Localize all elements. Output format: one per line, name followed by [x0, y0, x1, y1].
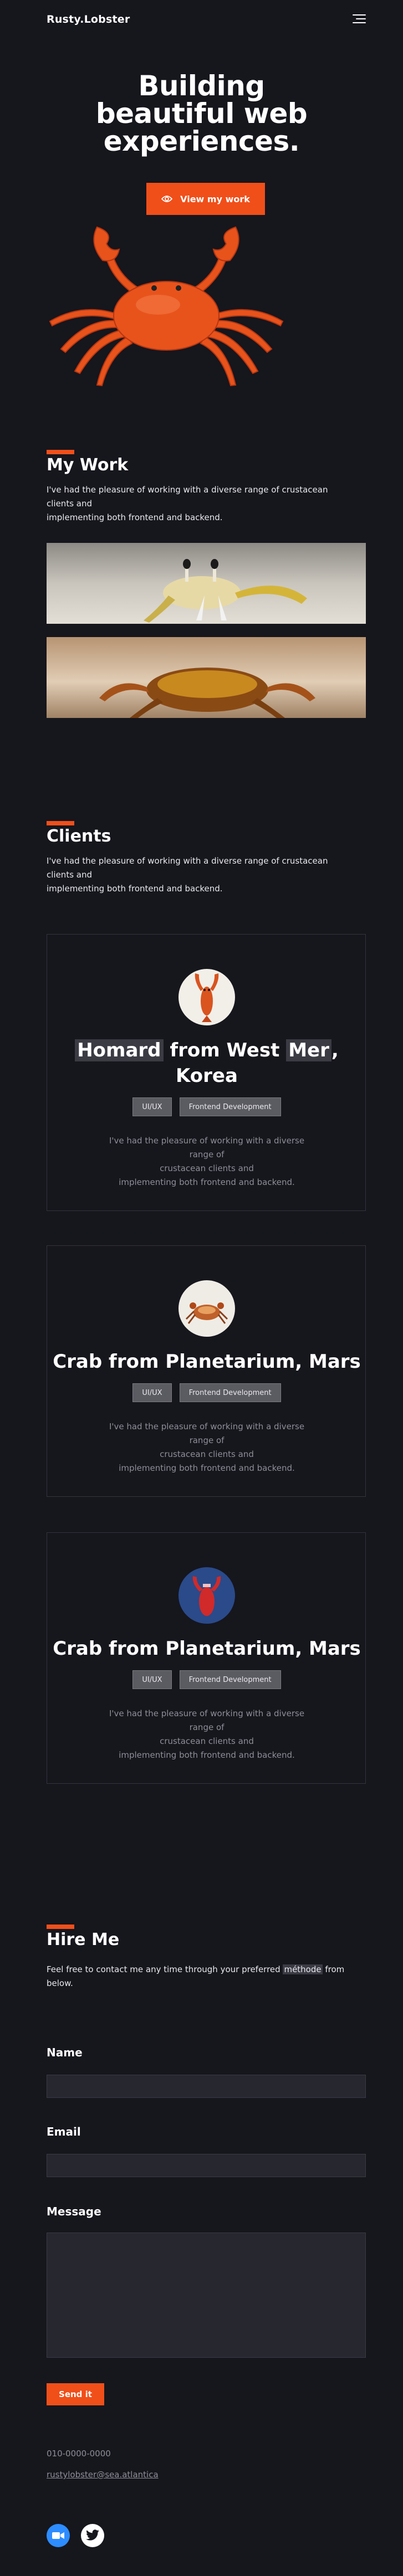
client-tags: UI/UX Frontend Development: [47, 1097, 366, 1116]
client-avatar-crab: [178, 1280, 235, 1337]
client-name: Crab from Planetarium, Mars: [53, 1638, 361, 1660]
tag-frontend-development: Frontend Development: [179, 1670, 281, 1689]
work-section-title: My Work: [47, 455, 129, 475]
message-label: Message: [47, 2205, 101, 2218]
brand-logo[interactable]: Rusty.Lobster: [47, 13, 130, 25]
message-textarea[interactable]: [47, 2233, 366, 2358]
client-name: Crab from Planetarium, Mars: [53, 1351, 361, 1373]
section-accent-bar: [47, 821, 74, 825]
tag-ui-ux: UI/UX: [132, 1670, 172, 1689]
clients-section-description: I've had the pleasure of working with a …: [47, 854, 368, 896]
desc-line: crustacean clients and: [160, 1736, 254, 1746]
hero-title-line: Building: [138, 70, 265, 102]
client-name-highlight: Homard: [75, 1039, 164, 1061]
desc-text: from: [322, 1964, 345, 1974]
client-tags: UI/UX Frontend Development: [47, 1383, 366, 1402]
video-call-icon[interactable]: [47, 2524, 70, 2547]
hero-crab-image: [49, 226, 284, 387]
hire-section-description: Feel free to contact me any time through…: [47, 1963, 374, 1990]
desc-line: implementing both frontend and backend.: [47, 884, 223, 894]
desc-line: clients and: [47, 870, 93, 880]
hero-title: Building beautiful web experiences.: [67, 72, 336, 155]
send-button[interactable]: Send it: [47, 2383, 104, 2405]
work-image-ghost-crab[interactable]: [47, 543, 366, 624]
desc-line: implementing both frontend and backend.: [119, 1177, 295, 1187]
email-link[interactable]: rustylobster@sea.atlantica: [47, 2470, 159, 2480]
client-card: Crab from Planetarium, Mars UI/UX Fronte…: [47, 1245, 366, 1497]
client-name-text: from West: [163, 1039, 287, 1061]
client-name-text: ,: [331, 1039, 339, 1061]
client-tags: UI/UX Frontend Development: [47, 1670, 366, 1689]
email-label: Email: [47, 2125, 81, 2138]
tag-frontend-development: Frontend Development: [179, 1097, 281, 1116]
tag-ui-ux: UI/UX: [132, 1383, 172, 1402]
desc-line: below.: [47, 1978, 73, 1988]
desc-line: crustacean clients and: [160, 1449, 254, 1459]
hero-title-line: beautiful web: [95, 98, 308, 130]
client-name: Homard from West Mer, Korea: [47, 1038, 366, 1089]
eye-icon: [161, 196, 173, 202]
desc-line: I've had the pleasure of working with a …: [109, 1136, 305, 1159]
client-name-highlight: Mer: [286, 1039, 331, 1061]
tag-frontend-development: Frontend Development: [179, 1383, 281, 1402]
desc-line: implementing both frontend and backend.: [119, 1463, 295, 1473]
section-accent-bar: [47, 1925, 74, 1929]
desc-highlight: méthode: [283, 1964, 323, 1974]
email-input[interactable]: [47, 2154, 366, 2177]
work-image-mud-crab[interactable]: [47, 637, 366, 718]
client-description: I've had the pleasure of working with a …: [103, 1420, 311, 1475]
desc-line: crustacean clients and: [160, 1163, 254, 1173]
desc-line: implementing both frontend and backend.: [47, 512, 223, 522]
desc-line: I've had the pleasure of working with a …: [47, 485, 328, 495]
twitter-icon[interactable]: [81, 2524, 104, 2547]
client-description: I've had the pleasure of working with a …: [103, 1134, 311, 1189]
client-card: Homard from West Mer, Korea UI/UX Fronte…: [47, 934, 366, 1211]
name-label: Name: [47, 2046, 83, 2059]
client-description: I've had the pleasure of working with a …: [103, 1707, 311, 1762]
desc-text: Feel free to contact me any time through…: [47, 1964, 283, 1974]
client-avatar-lobster: [178, 969, 235, 1025]
view-my-work-label: View my work: [180, 193, 250, 204]
name-input[interactable]: [47, 2075, 366, 2098]
client-name-line: Korea: [176, 1065, 238, 1087]
desc-line: I've had the pleasure of working with a …: [109, 1422, 305, 1445]
work-section-description: I've had the pleasure of working with a …: [47, 483, 368, 525]
client-card: Crab from Planetarium, Mars UI/UX Fronte…: [47, 1532, 366, 1784]
phone-number: 010-0000-0000: [47, 2449, 111, 2459]
desc-line: I've had the pleasure of working with a …: [47, 856, 328, 866]
hire-section-title: Hire Me: [47, 1930, 120, 1949]
tag-ui-ux: UI/UX: [132, 1097, 172, 1116]
section-accent-bar: [47, 450, 74, 454]
clients-section-title: Clients: [47, 827, 111, 846]
menu-icon[interactable]: [353, 14, 366, 24]
desc-line: implementing both frontend and backend.: [119, 1750, 295, 1760]
desc-line: clients and: [47, 499, 93, 509]
client-avatar-lobster-blue: [178, 1567, 235, 1624]
view-my-work-button[interactable]: View my work: [146, 183, 265, 215]
desc-line: I've had the pleasure of working with a …: [109, 1708, 305, 1732]
hero-title-line: experiences.: [103, 125, 300, 157]
